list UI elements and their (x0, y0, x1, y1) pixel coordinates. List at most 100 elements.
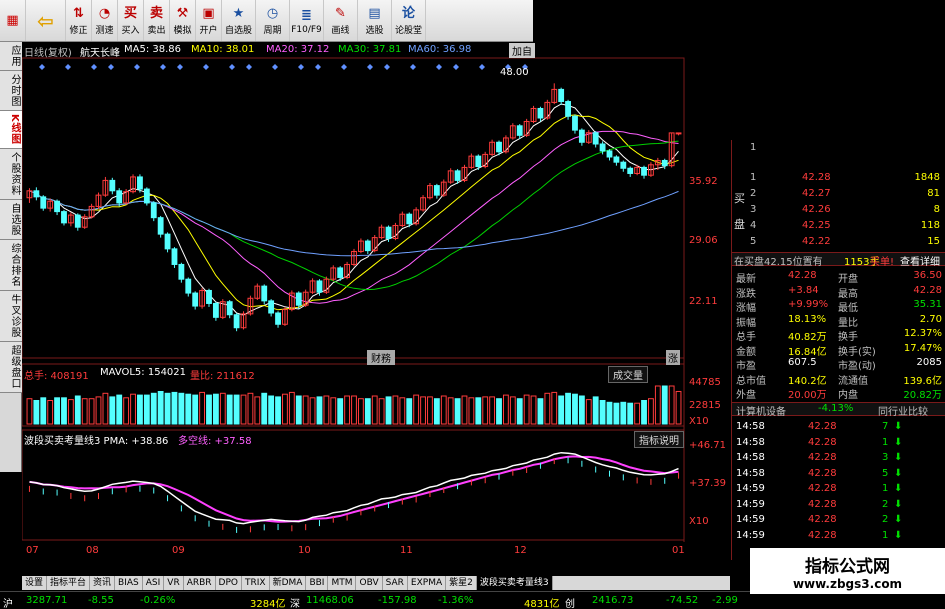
candle (516, 125, 523, 136)
volume-bar (302, 395, 309, 425)
volume-bar (212, 393, 219, 425)
f10-button[interactable]: ≣ F10/F9 (290, 0, 324, 41)
kline-chart-svg[interactable] (22, 42, 730, 559)
ma60-label: MA60: 36.98 (408, 44, 472, 55)
pen-button[interactable]: ✎ 画线 (324, 0, 358, 41)
date-axis-label: 12 (514, 545, 527, 556)
grid-button[interactable]: ▦ (0, 0, 26, 41)
date-axis-label: 11 (400, 545, 413, 556)
volume-bar (661, 385, 668, 425)
candle (454, 170, 461, 181)
volume-bar (95, 396, 102, 425)
indicator-tab[interactable]: OBV (356, 576, 383, 590)
star-button[interactable]: ★ 自选股 (222, 0, 256, 41)
indicator-help-label[interactable]: 指标说明 (634, 431, 684, 448)
indicator-tab[interactable]: BIAS (115, 576, 143, 590)
indicator-tab[interactable]: ARBR (184, 576, 216, 590)
industry-name[interactable]: 计算机设备 (736, 403, 786, 418)
candle (537, 107, 544, 119)
left-tab[interactable]: 牛叉诊股 (0, 290, 22, 342)
forum-button[interactable]: 论论股堂 (392, 0, 426, 41)
candle (385, 226, 392, 239)
down-arrow-icon: ⬇ (894, 452, 903, 463)
volume-bar (406, 398, 413, 425)
volume-bar (295, 395, 302, 425)
volume-bar (613, 402, 620, 425)
industry-row: 计算机设备 -4.13% 同行业比较 (732, 402, 945, 418)
indicator-tab[interactable]: BBI (306, 576, 329, 590)
candle (275, 312, 281, 325)
candle (661, 159, 668, 167)
period-label[interactable]: 日线(复权) (24, 44, 72, 59)
sell-button[interactable]: 卖卖出 (144, 0, 170, 41)
filter-button[interactable]: ▤ 选股 (358, 0, 392, 41)
stock-name: 航天长峰 (80, 48, 120, 59)
volume-bar (185, 393, 192, 425)
buy-level-row[interactable]: 1 42.28 1848 (732, 170, 945, 186)
volume-bar (427, 396, 433, 425)
buy-level-row[interactable]: 4 42.25 118 (732, 218, 945, 234)
left-tab[interactable]: 自选股 (0, 199, 22, 240)
buy-level-row[interactable]: 3 42.26 8 (732, 202, 945, 218)
indicator-name: 波段买卖考量线3 PMA: +38.86 (24, 436, 169, 447)
event-marker (39, 64, 45, 70)
indicator-tab[interactable]: 紫星2 (446, 576, 477, 590)
left-tab[interactable]: 分时图 (0, 71, 22, 111)
filter-icon: ▤ (368, 6, 381, 21)
indicator-tab[interactable]: 设置 (22, 576, 48, 590)
back-arrow-button[interactable]: ⇦ (26, 0, 66, 41)
indicator-tab[interactable]: VR (164, 576, 184, 590)
candle (496, 141, 502, 153)
indicator-tab[interactable]: 资讯 (90, 576, 116, 590)
add-favorite-button[interactable]: 加自 (509, 43, 535, 58)
indicator-tab[interactable]: TRIX (242, 576, 270, 590)
candle (578, 129, 585, 143)
speed-button[interactable]: ◔ 测速 (92, 0, 118, 41)
event-marker (384, 64, 390, 70)
limit-up-marker[interactable]: 涨 (666, 350, 680, 365)
quote-row: 总市值 140.2亿 流通值 139.6亿 (736, 375, 942, 387)
volume-bar (275, 396, 281, 425)
indicator-tab[interactable]: 新DMA (270, 576, 307, 590)
indicator-tab[interactable]: 波段买卖考量线3 (476, 576, 553, 590)
indicator-tab[interactable]: DPO (216, 576, 242, 590)
big-order-status: 在买盘42.15位置有 1153手 买单! 查看详细 (732, 252, 945, 268)
volume-bar (309, 397, 316, 425)
date-axis-label: 08 (86, 545, 99, 556)
volume-bar (433, 398, 440, 425)
volume-bar (537, 398, 544, 425)
left-tab[interactable]: K线图 (0, 111, 22, 149)
volume-axis-label: 22815 (689, 400, 721, 411)
volume-bar (496, 398, 502, 425)
account-button[interactable]: ▣ 开户 (196, 0, 222, 41)
volume-bar (530, 395, 537, 425)
volume-bar (578, 395, 585, 425)
view-detail-link[interactable]: 查看详细 (900, 253, 940, 268)
clock-button[interactable]: ◷ 周期 (256, 0, 290, 41)
indicator-tab[interactable]: 指标平台 (47, 576, 91, 590)
left-tab[interactable]: 超级盘口 (0, 341, 22, 393)
financial-marker[interactable]: 财務 (367, 350, 395, 365)
left-tab[interactable]: 综合排名 (0, 239, 22, 291)
buy-button[interactable]: 买买入 (118, 0, 144, 41)
volume-panel-label[interactable]: 成交量 (608, 366, 648, 383)
indicator-tab[interactable]: EXPMA (408, 576, 447, 590)
industry-compare-button[interactable]: 同行业比较 (878, 403, 928, 418)
event-marker (65, 64, 71, 70)
tick-row: 14:59 42.28 1 ⬇ (736, 483, 903, 494)
updown-button[interactable]: ⇅ 修正 (66, 0, 92, 41)
volume-bar (413, 394, 420, 425)
indicator-tab[interactable]: MTM (328, 576, 357, 590)
left-vertical-tabs: 应用 分时图 K线图 个股资料 自选股 综合排名 牛叉诊股 超级盘口 (0, 42, 22, 472)
volume-bar (137, 394, 143, 425)
buy-level-row[interactable]: 5 42.22 15 (732, 234, 945, 250)
left-tab[interactable]: 应用 (0, 42, 22, 71)
candle (137, 176, 143, 190)
sh-pct: -0.26% (140, 595, 176, 606)
buy-level-row[interactable]: 2 42.27 81 (732, 186, 945, 202)
hammer-button[interactable]: ⚒ 模拟 (170, 0, 196, 41)
indicator-tab[interactable]: SAR (383, 576, 408, 590)
left-tab[interactable]: 个股资料 (0, 148, 22, 200)
event-marker (108, 64, 114, 70)
indicator-tab[interactable]: ASI (143, 576, 165, 590)
